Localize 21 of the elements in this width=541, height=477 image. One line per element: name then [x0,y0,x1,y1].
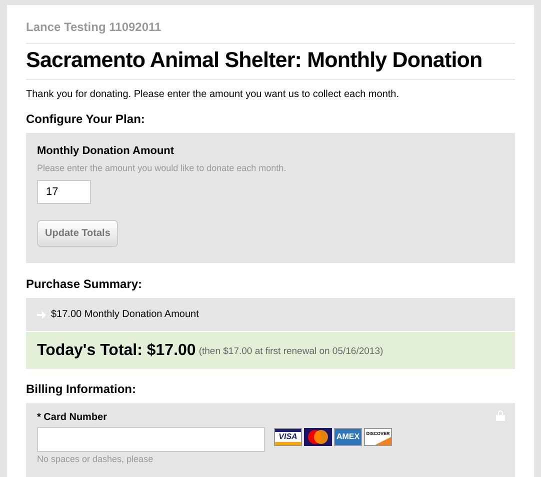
section-heading: Configure Your Plan: [26,111,146,128]
amex-card-logo: AMEX [334,428,362,446]
card-number-input[interactable] [37,427,265,452]
field-hint: No spaces or dashes, please [37,453,154,466]
visa-card-logo: VISA [274,428,302,446]
lock-icon [496,410,505,421]
field-label: Monthly Donation Amount [37,144,176,159]
amount-input[interactable]: 17 [37,180,91,204]
total-amount: Today's Total: $17.00 [37,340,196,360]
summary-item: $17.00 Monthly Donation Amount [51,308,199,322]
renewal-note: (then $17.00 at first renewal on 05/16/2013) [198,344,384,359]
page-title: Sacramento Animal Shelter: Monthly Donation [26,47,484,73]
update-totals-button[interactable]: Update Totals [37,220,118,247]
field-hint: Please enter the amount you would like to donate each month. [37,162,288,175]
section-heading: Purchase Summary: [26,276,144,293]
arrow-icon [37,310,46,318]
field-label: * Card Number [37,411,108,425]
section-heading: Billing Information: [26,381,137,398]
mastercard-logo [304,428,332,446]
intro-text: Thank you for donating. Please enter the amount you want us to collect each month. [26,88,400,102]
account-name: Lance Testing 11092011 [26,19,162,36]
